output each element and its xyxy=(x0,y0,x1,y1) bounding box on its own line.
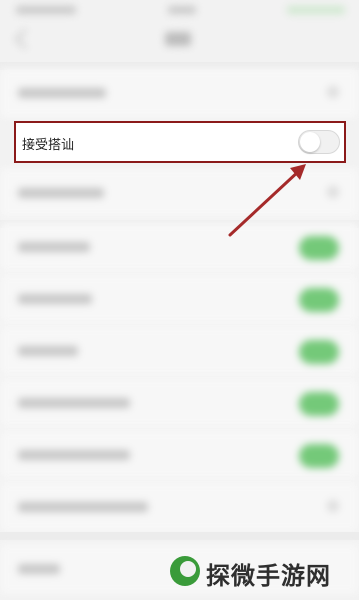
toggle-switch-on[interactable] xyxy=(299,392,339,416)
settings-row[interactable] xyxy=(0,326,359,376)
accept-chat-setting-row[interactable]: 接受搭讪 xyxy=(14,121,346,163)
status-battery-placeholder xyxy=(287,6,345,14)
settings-row[interactable] xyxy=(0,482,359,532)
row-label-placeholder xyxy=(18,450,130,460)
toggle-switch-on[interactable] xyxy=(299,236,339,260)
chevron-right-icon xyxy=(327,500,339,512)
settings-row[interactable] xyxy=(0,222,359,272)
row-label-placeholder xyxy=(18,398,130,408)
settings-row[interactable] xyxy=(0,430,359,480)
row-label-placeholder xyxy=(18,88,106,98)
chevron-right-icon xyxy=(327,186,339,198)
accept-chat-label: 接受搭讪 xyxy=(22,138,75,153)
toggle-switch-on[interactable] xyxy=(299,288,339,312)
row-label-placeholder xyxy=(18,346,78,356)
settings-row[interactable] xyxy=(0,68,359,118)
section-divider xyxy=(0,532,359,540)
toggle-knob xyxy=(300,132,320,152)
toggle-switch-on[interactable] xyxy=(299,444,339,468)
settings-row[interactable] xyxy=(0,378,359,428)
nav-bar xyxy=(0,22,359,60)
row-label-placeholder xyxy=(18,294,92,304)
status-time-placeholder xyxy=(16,6,76,14)
settings-row[interactable] xyxy=(0,274,359,324)
status-bar xyxy=(0,0,359,22)
row-label-placeholder xyxy=(18,188,104,198)
row-label-placeholder xyxy=(18,242,90,252)
toggle-switch-on[interactable] xyxy=(299,340,339,364)
chevron-right-icon xyxy=(327,86,339,98)
row-label-placeholder xyxy=(18,564,60,574)
leaf-logo-icon xyxy=(170,556,200,586)
back-arrow-icon[interactable] xyxy=(15,29,35,49)
watermark: 探微手游网 xyxy=(170,552,350,592)
nav-title-placeholder xyxy=(165,32,191,46)
accept-chat-toggle[interactable] xyxy=(298,130,340,154)
settings-row[interactable] xyxy=(0,168,359,218)
status-carrier-placeholder xyxy=(168,6,196,14)
watermark-text: 探微手游网 xyxy=(206,562,331,590)
row-label-placeholder xyxy=(18,502,148,512)
